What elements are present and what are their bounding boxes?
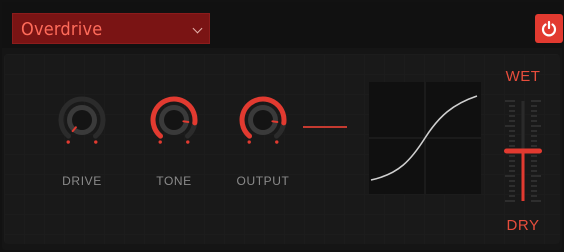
dry-wet-fader[interactable] bbox=[498, 97, 548, 209]
fader-handle bbox=[504, 148, 542, 154]
output-label: OUTPUT bbox=[236, 174, 290, 188]
preset-dropdown[interactable]: Overdrive bbox=[12, 13, 210, 44]
tone-pointer bbox=[182, 120, 190, 124]
output-min-dot bbox=[247, 140, 251, 144]
output-knob[interactable] bbox=[231, 92, 295, 156]
fader-fill bbox=[521, 151, 525, 201]
tone-max-dot bbox=[186, 140, 190, 144]
output-knob-center bbox=[253, 110, 273, 130]
output-pointer bbox=[271, 120, 279, 124]
drive-min-dot bbox=[66, 140, 70, 144]
preset-name: Overdrive bbox=[21, 19, 103, 40]
tone-knob-center bbox=[164, 110, 184, 130]
wet-label: WET bbox=[505, 68, 541, 85]
drive-label: DRIVE bbox=[62, 174, 102, 188]
tone-label: TONE bbox=[156, 174, 192, 188]
output-max-dot bbox=[275, 140, 279, 144]
tone-knob[interactable] bbox=[142, 92, 206, 156]
chevron-down-icon bbox=[192, 23, 203, 34]
signal-link-line bbox=[303, 126, 347, 128]
drive-max-dot bbox=[94, 140, 98, 144]
header-bar: Overdrive bbox=[2, 2, 563, 48]
power-icon bbox=[541, 20, 557, 37]
drive-knob[interactable] bbox=[50, 92, 114, 156]
plugin-window: Overdrive DRIVE TONE OUTPUT WET DRY bbox=[2, 2, 563, 250]
tone-min-dot bbox=[158, 140, 162, 144]
power-button[interactable] bbox=[535, 14, 563, 43]
transfer-curve-display bbox=[369, 82, 481, 194]
dry-label: DRY bbox=[506, 217, 540, 234]
